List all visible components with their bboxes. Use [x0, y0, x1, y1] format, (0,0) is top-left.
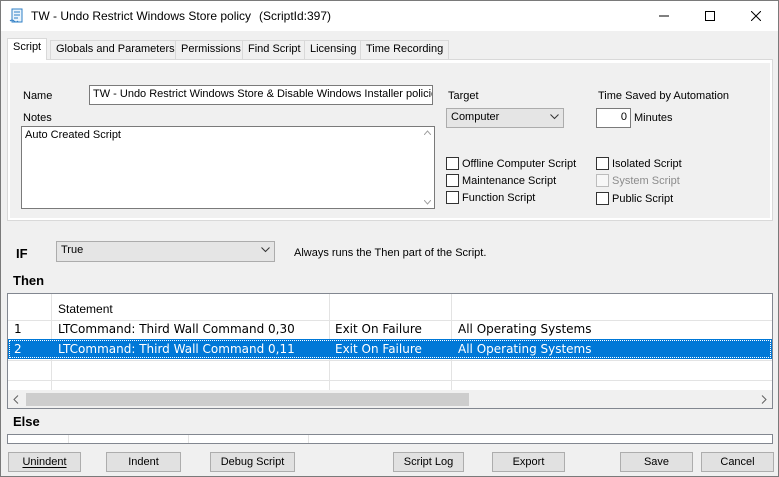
offline-computer-checkbox[interactable]: Offline Computer Script [446, 157, 576, 170]
else-label: Else [13, 414, 40, 429]
script-editor-window: TW - Undo Restrict Windows Store policy … [0, 0, 779, 477]
script-icon [9, 8, 23, 23]
table-row[interactable]: 1 LTCommand: Third Wall Command 0,30 Exi… [8, 319, 772, 339]
time-saved-label: Time Saved by Automation [598, 90, 730, 102]
notes-text: Auto Created Script [25, 129, 121, 141]
indent-label: Indent [128, 456, 159, 468]
row-statement: LTCommand: Third Wall Command 0,30 [58, 322, 295, 336]
tab-globals-and-parameters[interactable]: Globals and Parameters [50, 40, 181, 59]
close-icon [751, 11, 761, 21]
row-statement: LTCommand: Third Wall Command 0,11 [58, 342, 295, 356]
chevron-down-icon [261, 247, 270, 253]
checkbox-box [446, 174, 459, 187]
checkbox-box [596, 157, 609, 170]
window-title: TW - Undo Restrict Windows Store policy [31, 9, 252, 23]
debug-script-label: Debug Script [220, 456, 285, 468]
row-on-failure: Exit On Failure [335, 342, 422, 356]
time-saved-field[interactable]: 0 [596, 108, 631, 128]
export-label: Export [512, 456, 545, 468]
script-log-button[interactable]: Script Log [393, 452, 464, 472]
column-divider [68, 435, 69, 443]
tab-find-script[interactable]: Find Script [242, 40, 307, 59]
checkbox-box [446, 191, 459, 204]
if-description: Always runs the Then part of the Script. [294, 247, 487, 259]
title-bar: TW - Undo Restrict Windows Store policy … [1, 1, 778, 31]
public-checkbox[interactable]: Public Script [596, 192, 673, 205]
save-button[interactable]: Save [620, 452, 693, 472]
checkbox-box [596, 174, 609, 187]
row-os: All Operating Systems [458, 342, 592, 356]
cancel-label: Cancel [720, 456, 755, 468]
column-divider [308, 435, 309, 443]
notes-field[interactable]: Auto Created Script [21, 126, 435, 209]
name-field[interactable]: TW - Undo Restrict Windows Store & Disab… [89, 85, 433, 105]
maximize-button[interactable] [687, 1, 733, 31]
statement-column-header[interactable]: Statement [58, 302, 113, 316]
row-divider [8, 360, 772, 361]
tab-licensing[interactable]: Licensing [304, 40, 363, 59]
horizontal-scrollbar[interactable] [8, 390, 772, 408]
tab-time-recording[interactable]: Time Recording [360, 40, 450, 59]
isolated-label: Isolated Script [612, 157, 682, 170]
if-condition-value: True [61, 244, 84, 256]
then-label: Then [13, 273, 45, 288]
checkbox-box [596, 192, 609, 205]
scroll-up-icon [424, 130, 431, 135]
public-label: Public Script [612, 192, 674, 205]
maintenance-label: Maintenance Script [462, 174, 557, 187]
close-button[interactable] [733, 1, 779, 31]
maintenance-checkbox[interactable]: Maintenance Script [446, 174, 556, 187]
table-row[interactable]: 2 LTCommand: Third Wall Command 0,11 Exi… [8, 339, 772, 359]
row-number: 1 [14, 322, 22, 336]
row-on-failure: Exit On Failure [335, 322, 422, 336]
target-select[interactable]: Computer [446, 108, 564, 128]
system-label: System Script [612, 174, 680, 187]
then-statements-grid: Statement 1 LTCommand: Third Wall Comman… [7, 293, 773, 409]
target-value: Computer [451, 111, 500, 123]
row-divider [8, 380, 772, 381]
scroll-right-icon[interactable] [761, 395, 767, 404]
function-checkbox[interactable]: Function Script [446, 191, 535, 204]
script-tab-panel: Name TW - Undo Restrict Windows Store & … [7, 59, 773, 221]
save-label: Save [643, 456, 670, 468]
else-statements-grid [7, 434, 773, 444]
indent-button[interactable]: Indent [106, 452, 181, 472]
target-label: Target [448, 90, 479, 102]
scroll-down-icon [424, 200, 431, 205]
scroll-left-icon[interactable] [13, 395, 19, 404]
chevron-down-icon [550, 114, 559, 120]
script-id-label: (ScriptId:397) [259, 9, 332, 23]
script-properties-group: Name TW - Undo Restrict Windows Store & … [10, 63, 770, 218]
function-label: Function Script [462, 191, 536, 204]
name-label: Name [23, 90, 53, 102]
if-label: IF [16, 246, 28, 261]
system-checkbox: System Script [596, 174, 680, 187]
unindent-label: Unindent [22, 456, 67, 468]
minimize-button[interactable] [641, 1, 687, 31]
cancel-button[interactable]: Cancel [701, 452, 774, 472]
notes-label: Notes [23, 112, 52, 124]
offline-computer-label: Offline Computer Script [462, 157, 577, 170]
row-os: All Operating Systems [458, 322, 592, 336]
debug-script-button[interactable]: Debug Script [210, 452, 295, 472]
if-condition-select[interactable]: True [56, 241, 275, 262]
checkbox-box [446, 157, 459, 170]
minutes-label: Minutes [634, 112, 673, 124]
unindent-button[interactable]: Unindent [8, 452, 81, 472]
minimize-icon [659, 15, 669, 17]
maximize-icon [705, 11, 715, 21]
isolated-checkbox[interactable]: Isolated Script [596, 157, 682, 170]
export-button[interactable]: Export [492, 452, 565, 472]
row-number: 2 [14, 342, 22, 356]
column-divider [188, 435, 189, 443]
tab-script[interactable]: Script [7, 38, 48, 60]
scrollbar-thumb[interactable] [26, 393, 469, 406]
script-log-label: Script Log [403, 456, 454, 468]
tab-permissions[interactable]: Permissions [175, 40, 247, 59]
